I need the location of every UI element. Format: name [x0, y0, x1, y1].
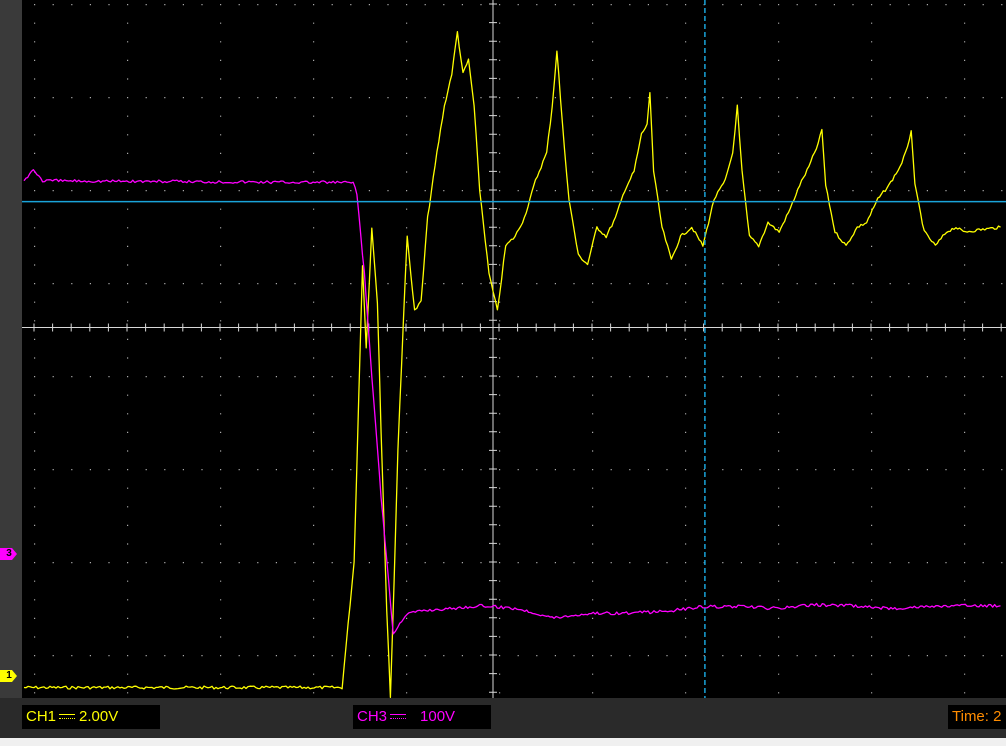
ch3-marker-label: 3	[6, 548, 12, 559]
waveform-canvas	[22, 0, 1006, 698]
ch1-label: CH1	[26, 708, 57, 725]
waveform-display[interactable]	[22, 0, 1006, 698]
axis-ticks	[33, 3, 1002, 693]
dc-coupling-icon	[59, 713, 76, 721]
time-scale-readout[interactable]: Time: 2	[948, 705, 1006, 729]
ch3-scale-readout[interactable]: CH3 100V	[353, 705, 491, 729]
ch3-label: CH3	[357, 708, 388, 725]
channel-marker-rail: 3 1	[0, 0, 22, 698]
status-bar: CH1 2.00V CH3 100V Time: 2	[0, 698, 1006, 738]
ch1-marker-label: 1	[6, 670, 12, 681]
dc-coupling-icon	[390, 713, 407, 721]
ch3-scale: 100V	[420, 708, 456, 725]
window-bottom-edge	[0, 738, 1006, 746]
cursors	[22, 0, 1006, 698]
traces	[23, 31, 1001, 698]
ch1-scale-readout[interactable]: CH1 2.00V	[22, 705, 160, 729]
ch3-ground-marker[interactable]: 3	[0, 547, 18, 561]
time-readout-text: Time: 2	[952, 708, 1002, 725]
oscilloscope-window: 3 1 CH1 2.00V CH3 100V Time: 2	[0, 0, 1006, 746]
ch1-ground-marker[interactable]: 1	[0, 669, 18, 683]
ch1-scale: 2.00V	[79, 708, 119, 725]
grid-dots	[34, 4, 1003, 694]
graticule	[22, 0, 1006, 698]
ch1-trace	[23, 31, 1001, 698]
